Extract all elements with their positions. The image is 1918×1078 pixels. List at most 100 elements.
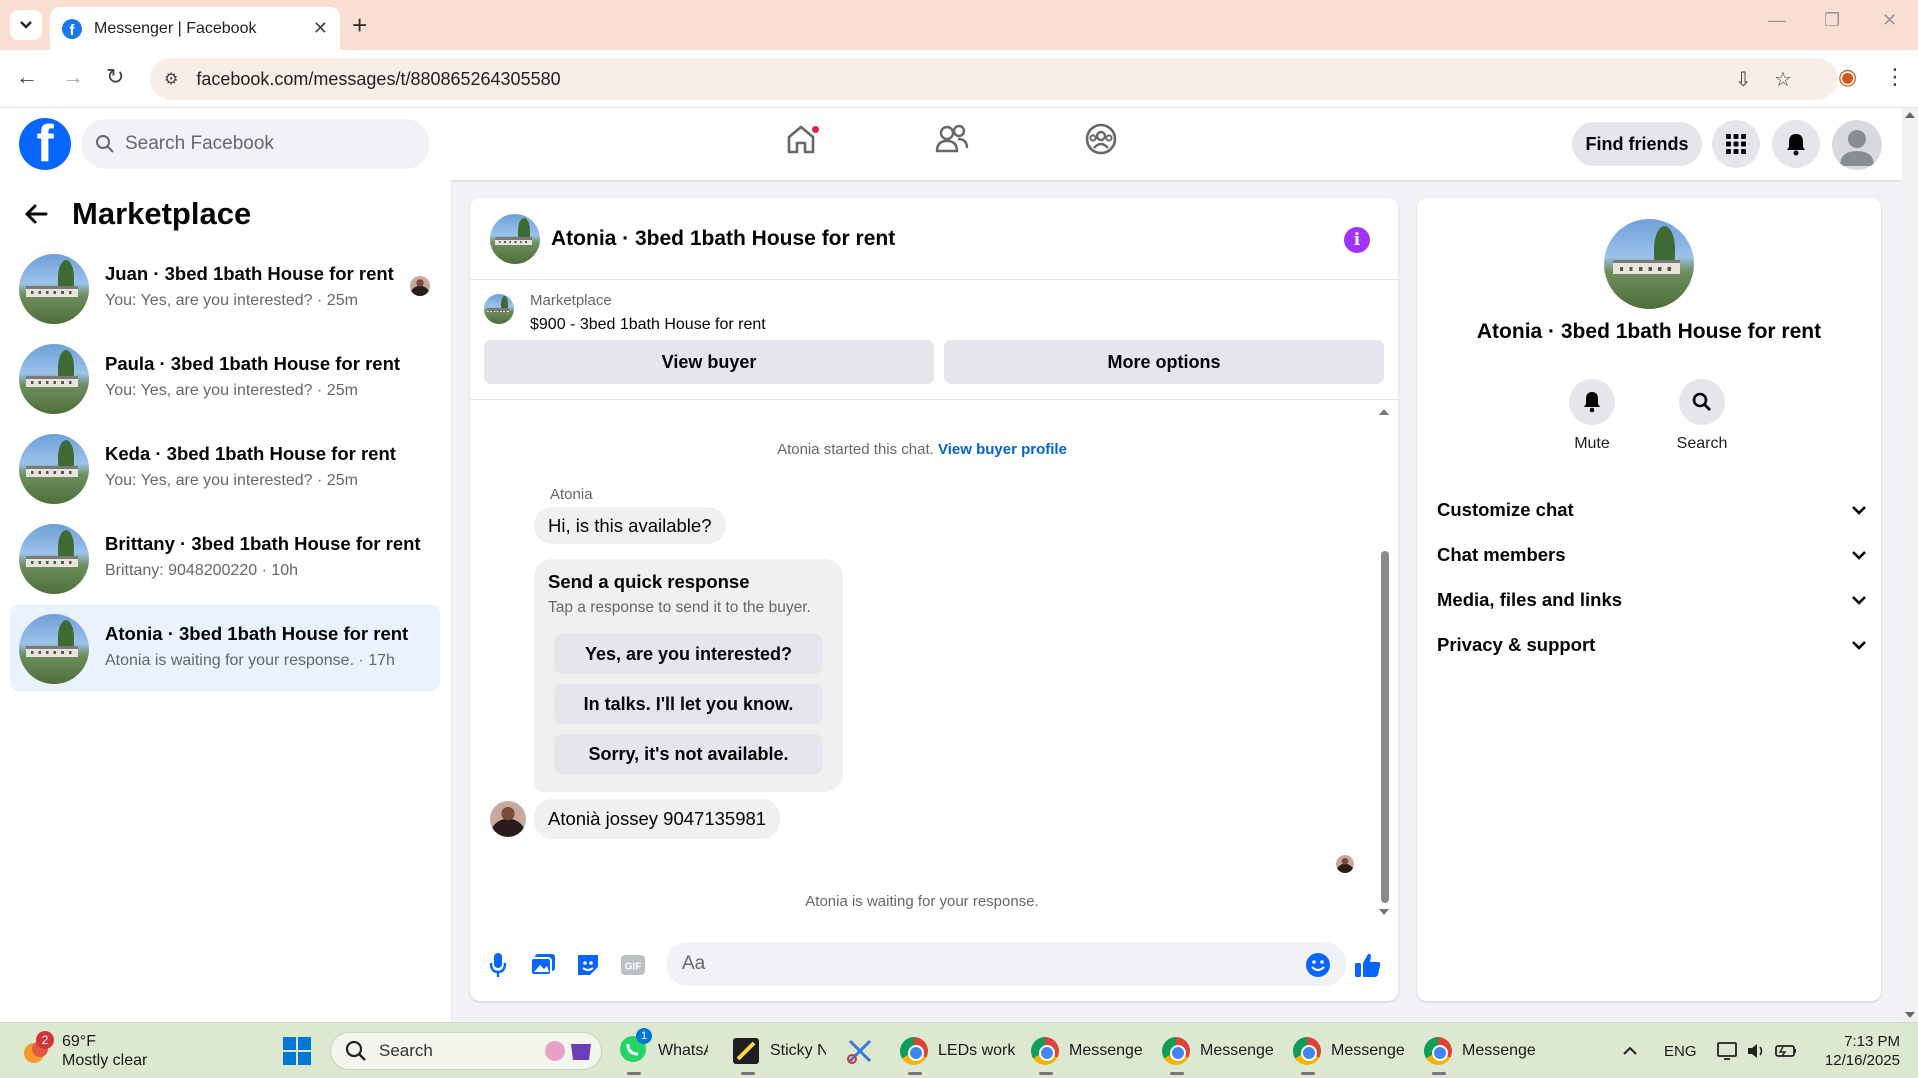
tab-search-dropdown[interactable]	[10, 10, 42, 40]
install-app-icon[interactable]: ⇩	[1735, 67, 1752, 92]
menu-kebab-icon[interactable]: ⋮	[1884, 64, 1906, 90]
listing-price-title[interactable]: $900 - 3bed 1bath House for rent	[530, 316, 766, 334]
chat-header: Atonia · 3bed 1bath House for rent i	[470, 198, 1398, 280]
chrome-icon	[900, 1037, 928, 1065]
new-tab-button[interactable]: +	[352, 10, 367, 40]
browser-toolbar: ← → ↻ ⚙ facebook.com/messages/t/88086526…	[0, 50, 1918, 108]
mute-button[interactable]: Mute	[1552, 379, 1632, 453]
address-bar[interactable]: ⚙ facebook.com/messages/t/88086526430558…	[150, 58, 1838, 100]
view-buyer-profile-link[interactable]: View buyer profile	[938, 441, 1067, 458]
privacy-support-section[interactable]: Privacy & support	[1437, 625, 1867, 665]
media-files-links-section[interactable]: Media, files and links	[1437, 580, 1867, 620]
page-scrollbar[interactable]	[1902, 108, 1918, 1022]
forward-icon[interactable]: →	[62, 64, 84, 90]
marketplace-label: Marketplace	[530, 292, 612, 309]
bookmark-star-icon[interactable]: ☆	[1774, 67, 1792, 92]
show-hidden-icons[interactable]	[1622, 1023, 1638, 1078]
tab-title: Messenger | Facebook	[94, 19, 257, 37]
chevron-down-icon	[1852, 551, 1866, 560]
quick-response-option[interactable]: Sorry, it's not available.	[554, 734, 823, 774]
reload-icon[interactable]: ↻	[106, 64, 124, 90]
message-input[interactable]: Aa	[666, 942, 1346, 986]
thumbs-up-icon[interactable]	[1354, 951, 1382, 979]
taskbar-app-snipping-tool[interactable]	[846, 1023, 874, 1078]
weather-widget[interactable]: 2 69°F Mostly clear	[20, 1023, 147, 1078]
facebook-logo-icon[interactable]: f	[19, 118, 71, 170]
microphone-icon[interactable]	[484, 951, 512, 979]
sticker-icon[interactable]	[574, 951, 602, 979]
find-friends-button[interactable]: Find friends	[1572, 122, 1702, 166]
message-bubble: Atonià jossey 9047135981	[534, 799, 781, 839]
taskbar-app-chrome[interactable]: Messenge	[1031, 1023, 1143, 1078]
customize-chat-section[interactable]: Customize chat	[1437, 490, 1867, 530]
close-tab-icon[interactable]: ✕	[313, 18, 328, 39]
thread-scroll-thumb[interactable]	[1381, 551, 1389, 903]
gif-icon[interactable]: GIF	[619, 951, 647, 979]
view-buyer-button[interactable]: View buyer	[484, 340, 934, 384]
snipping-tool-icon	[847, 1039, 872, 1064]
listing-photo	[19, 614, 89, 684]
photo-icon[interactable]	[529, 951, 557, 979]
quick-response-subtitle: Tap a response to send it to the buyer.	[548, 599, 811, 616]
emoji-icon[interactable]	[1304, 951, 1332, 979]
clock-date: 12/16/2025	[1824, 1052, 1900, 1069]
menu-grid-button[interactable]	[1712, 120, 1760, 168]
conversation-item[interactable]: Paula · 3bed 1bath House for rent You: Y…	[10, 334, 440, 422]
chat-listing-photo[interactable]	[490, 214, 540, 264]
taskbar-search[interactable]: Search	[330, 1032, 602, 1070]
sticky-notes-icon	[733, 1038, 759, 1064]
conversation-title: Atonia · 3bed 1bath House for rent	[1476, 320, 1822, 343]
conversation-item[interactable]: Keda · 3bed 1bath House for rent You: Ye…	[10, 424, 440, 512]
running-indicator	[1432, 1072, 1446, 1075]
sender-avatar[interactable]	[490, 801, 526, 837]
url-text[interactable]: facebook.com/messages/t/880865264305580	[196, 69, 560, 90]
profile-icon[interactable]: ◉	[1838, 64, 1857, 90]
app-badge: 1	[636, 1027, 652, 1044]
taskbar-app-chrome[interactable]: Messenge	[1162, 1023, 1274, 1078]
info-icon[interactable]: i	[1344, 227, 1370, 253]
quick-response-title: Send a quick response	[548, 571, 750, 592]
chat-title[interactable]: Atonia · 3bed 1bath House for rent	[551, 227, 895, 251]
chat-members-section[interactable]: Chat members	[1437, 535, 1867, 575]
search-in-conversation-button[interactable]: Search	[1662, 379, 1742, 453]
conversation-item-active[interactable]: Atonia · 3bed 1bath House for rent Atoni…	[10, 604, 440, 692]
notifications-button[interactable]	[1772, 120, 1820, 168]
account-avatar[interactable]	[1832, 120, 1882, 170]
conversation-snippet: You: Yes, are you interested? · 25m	[105, 472, 358, 489]
clock[interactable]: 7:13 PM 12/16/2025	[1818, 1023, 1900, 1078]
section-label: Media, files and links	[1437, 589, 1623, 610]
taskbar-app-chrome[interactable]: LEDs work	[900, 1023, 1015, 1078]
taskbar-app-sticky-notes[interactable]: Sticky N	[732, 1023, 826, 1078]
mute-label: Mute	[1574, 435, 1610, 452]
quick-response-option[interactable]: In talks. I'll let you know.	[554, 684, 823, 724]
app-label: Messenge	[1200, 1042, 1274, 1059]
clock-time: 7:13 PM	[1844, 1033, 1900, 1050]
start-button[interactable]	[282, 1023, 312, 1078]
groups-nav-icon[interactable]	[1084, 122, 1118, 161]
quick-response-option[interactable]: Yes, are you interested?	[554, 634, 823, 674]
restore-icon[interactable]: ❐	[1824, 10, 1840, 31]
taskbar-app-chrome[interactable]: Messenge	[1293, 1023, 1405, 1078]
message-text: Atonià jossey 9047135981	[548, 808, 767, 829]
app-label: Messenge	[1069, 1042, 1143, 1059]
friends-nav-icon[interactable]	[934, 122, 970, 161]
minimize-icon[interactable]: —	[1768, 10, 1786, 31]
browser-tab[interactable]: f Messenger | Facebook ✕	[50, 7, 340, 50]
facebook-search-input[interactable]: Search Facebook	[81, 119, 430, 169]
conversation-item[interactable]: Brittany · 3bed 1bath House for rent Bri…	[10, 514, 440, 602]
message-composer: GIF Aa	[470, 942, 1398, 1001]
more-options-button[interactable]: More options	[944, 340, 1384, 384]
site-settings-icon[interactable]: ⚙	[164, 69, 178, 89]
section-label: Privacy & support	[1437, 634, 1596, 655]
back-icon[interactable]: ←	[16, 64, 38, 90]
conversation-item[interactable]: Juan · 3bed 1bath House for rent You: Ye…	[10, 244, 440, 332]
page-title: Marketplace	[72, 196, 252, 231]
listing-photo	[19, 434, 89, 504]
close-window-icon[interactable]: ✕	[1882, 10, 1897, 31]
language-indicator[interactable]: ENG	[1664, 1023, 1697, 1078]
system-tray-icons[interactable]	[1716, 1023, 1800, 1078]
taskbar-app-chrome[interactable]: Messenge	[1424, 1023, 1536, 1078]
search-placeholder: Search Facebook	[125, 133, 274, 154]
back-arrow-icon[interactable]	[24, 203, 48, 225]
taskbar-app-whatsapp[interactable]: 1 WhatsA	[618, 1023, 708, 1078]
